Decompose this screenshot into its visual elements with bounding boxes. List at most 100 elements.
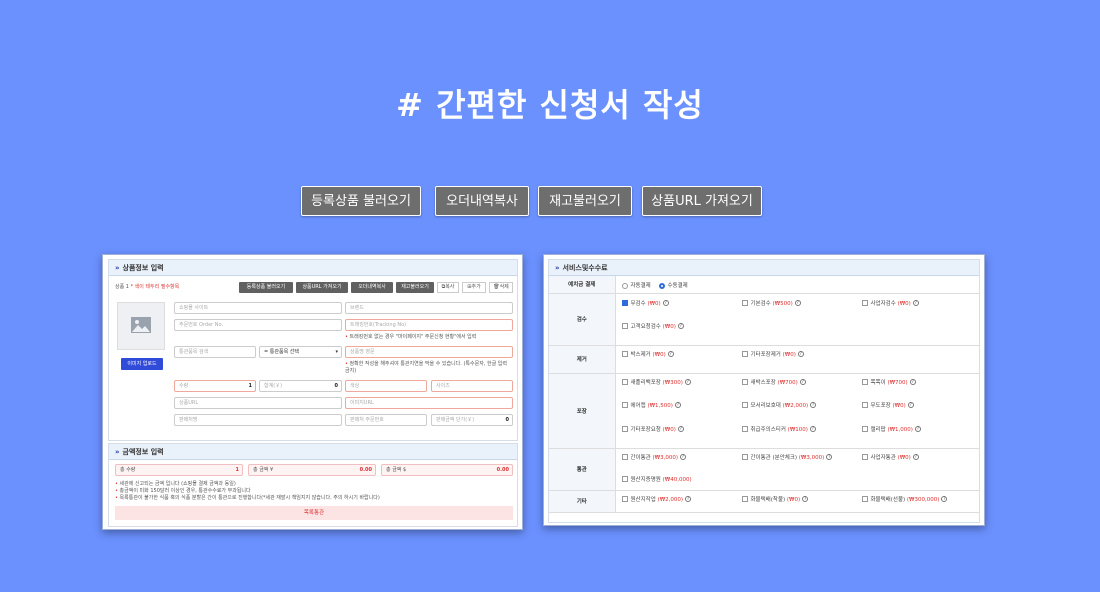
checkbox-icon (621, 323, 628, 329)
help-icon[interactable]: ? (667, 351, 674, 357)
total-amount-usd-field: 총 금액 $0.00 (381, 464, 513, 476)
tracking-no-input[interactable]: 트래킹번호(Tracking No) (345, 319, 513, 331)
help-icon[interactable]: ? (799, 379, 806, 385)
product-url-input[interactable]: 상품URL (174, 397, 342, 409)
customer-inspection-checkbox[interactable]: 고객요청검수 (₩0)? (621, 322, 684, 330)
customs-type-bar[interactable]: 목록통관 (115, 506, 513, 520)
help-icon[interactable]: ? (826, 454, 833, 460)
origin-work-checkbox[interactable]: 원산지작업 (₩2,000)? (621, 495, 692, 503)
tracking-note: • 트래킹번호 없는 경우 "마이페이지" 주문신청 현황"에서 입력 (345, 334, 477, 340)
manual-payment-radio[interactable]: 수동결제 (658, 281, 688, 289)
total-amount-yen-field: 총 금액 ¥0.00 (248, 464, 376, 476)
help-icon[interactable]: ? (941, 496, 948, 502)
box-removal-checkbox[interactable]: 박스제거 (₩0)? (621, 350, 674, 358)
origin-certificate-checkbox[interactable]: 원산지증명원 (₩40,000) (621, 475, 692, 483)
image-upload-button[interactable]: 이미지 업로드 (121, 358, 163, 370)
other-packaging-removal-checkbox[interactable]: 기타포장제거 (₩0)? (741, 350, 804, 358)
simple-customs-checkbox[interactable]: 간이통관 (₩3,000)? (621, 453, 686, 461)
no-inspection-checkbox[interactable]: 무검수 (₩0)? (621, 299, 669, 307)
freight-prepaid-checkbox[interactable]: 화물택배(선불) (₩300,000)? (861, 495, 948, 503)
checkbox-icon (861, 402, 868, 408)
copy-row-button[interactable]: ⧉복사 (437, 282, 459, 293)
other-packaging-request-checkbox[interactable]: 기타포장요청 (₩0)? (621, 425, 684, 433)
checkbox-icon (621, 454, 628, 460)
help-icon[interactable]: ? (914, 426, 921, 432)
total-input[interactable]: 합계(￥) 0 (259, 380, 342, 392)
tool-load-registered-button[interactable]: 등록상품 불러오기 (239, 282, 293, 293)
help-icon[interactable]: ? (802, 496, 809, 502)
seller-name-input[interactable]: 판매처명 (174, 414, 342, 426)
copy-order-history-button[interactable]: 오더내역복사 (435, 186, 529, 216)
new-poly-packaging-checkbox[interactable]: 새플리백포장 (₩300)? (621, 378, 691, 386)
load-stock-button[interactable]: 재고불러오기 (538, 186, 632, 216)
chevron-down-icon: ▾ (335, 349, 338, 355)
checkbox-icon (621, 426, 628, 432)
add-row-button[interactable]: ⊞추가 (462, 282, 486, 293)
help-icon[interactable]: ? (810, 402, 817, 408)
help-icon[interactable]: ? (809, 426, 816, 432)
help-icon[interactable]: ? (674, 402, 681, 408)
delete-row-button[interactable]: 🗑삭제 (489, 282, 513, 293)
checkbox-icon (861, 496, 868, 502)
help-icon[interactable]: ? (677, 426, 684, 432)
new-box-packaging-checkbox[interactable]: 새박스포장 (₩700)? (741, 378, 806, 386)
product-name-en-input[interactable]: 상품명 영문 (345, 346, 513, 358)
order-no-input[interactable]: 주문번호 Order No. (174, 319, 342, 331)
business-customs-checkbox[interactable]: 사업자통관 (₩0)? (861, 453, 919, 461)
no-packaging-checkbox[interactable]: 무도포장 (₩0)? (861, 401, 914, 409)
row-label: 통관 (549, 448, 616, 491)
color-input[interactable]: 색상 (345, 380, 427, 392)
product-form-panel: » 상품정보 입력 상품 1 * 색이 테두리 필수항목 등록상품 불러오기 상품… (102, 254, 523, 530)
checkbox-icon (621, 476, 628, 482)
amount-notes: • 세관에 신고되는 금액 입니다 (쇼핑몰 결제 금액과 동일) • 총금액이… (115, 481, 513, 502)
service-fee-panel: » 서비스및수수료 예치금 결제 자동결제 수동결제 검수 무검수 (₩0)? 기… (543, 254, 985, 526)
size-input[interactable]: 사이즈 (431, 380, 513, 392)
help-icon[interactable]: ? (912, 454, 919, 460)
row-label: 검수 (549, 293, 616, 346)
calipop-checkbox[interactable]: 캘리팝 (₩1,000)? (861, 425, 921, 433)
help-icon[interactable]: ? (907, 402, 914, 408)
bubble-wrap-checkbox[interactable]: 뽁뽁이 (₩700)? (861, 378, 916, 386)
help-icon[interactable]: ? (685, 496, 692, 502)
seller-order-no-input[interactable]: 판매처 주문번호 (345, 414, 427, 426)
brand-input[interactable]: 브랜드 (345, 302, 513, 314)
checkbox-icon (741, 300, 748, 306)
corner-guard-checkbox[interactable]: 모서리보호대 (₩2,000)? (741, 401, 817, 409)
double-chevron-icon: » (115, 264, 120, 272)
fragile-sticker-checkbox[interactable]: 취급주의스티커 (₩100)? (741, 425, 816, 433)
freight-cod-checkbox[interactable]: 화물택배(착불) (₩0)? (741, 495, 809, 503)
business-inspection-checkbox[interactable]: 사업자검수 (₩0)? (861, 299, 919, 307)
help-icon[interactable]: ? (912, 300, 919, 306)
tool-copy-order-button[interactable]: 오더내역복사 (351, 282, 393, 293)
tool-load-stock-button[interactable]: 재고불러오기 (396, 282, 434, 293)
help-icon[interactable]: ? (662, 300, 669, 306)
service-row-removal: 제거 박스제거 (₩0)? 기타포장제거 (₩0)? (549, 345, 979, 374)
unit-price-input[interactable]: 판매금액 단가(￥) 0 (431, 414, 513, 426)
row-label: 포장 (549, 373, 616, 449)
help-icon[interactable]: ? (684, 379, 691, 385)
simple-customs-checked-checkbox[interactable]: 간이통관 (분안체크) (₩3,000)? (741, 453, 833, 461)
amount-note: • 목록통관이 불가한 식품 혹의 식품 분할은 간이 통관으로 진행합니다(*… (115, 495, 380, 501)
load-registered-products-button[interactable]: 등록상품 불러오기 (301, 186, 421, 216)
tool-import-url-button[interactable]: 상품URL 가져오기 (296, 282, 348, 293)
help-icon[interactable]: ? (679, 454, 686, 460)
help-icon[interactable]: ? (677, 323, 684, 329)
customs-search-input[interactable]: 통관품목 검색 (174, 346, 256, 358)
auto-payment-radio[interactable]: 자동결제 (621, 281, 651, 289)
import-product-url-button[interactable]: 상품URL 가져오기 (642, 186, 762, 216)
help-icon[interactable]: ? (797, 351, 804, 357)
air-cap-checkbox[interactable]: 에어캡 (₩1,500)? (621, 401, 681, 409)
shopping-site-input[interactable]: 쇼핑몰 사이트 (174, 302, 342, 314)
help-icon[interactable]: ? (909, 379, 916, 385)
amount-note: • 세관에 신고되는 금액 입니다 (쇼핑몰 결제 금액과 동일) (115, 481, 236, 487)
customs-select[interactable]: = 통관품목 선택 ▾ (259, 346, 342, 358)
help-icon[interactable]: ? (794, 300, 801, 306)
product-info-section: » 상품정보 입력 상품 1 * 색이 테두리 필수항목 등록상품 불러오기 상품… (108, 259, 518, 441)
total-quantity-field: 총 수량 1 (115, 464, 243, 476)
product-number: 상품 1 * 색이 테두리 필수항목 (115, 284, 180, 290)
service-row-packaging: 포장 새플리백포장 (₩300)? 새박스포장 (₩700)? 뽁뽁이 (₩70… (549, 373, 979, 449)
basic-inspection-checkbox[interactable]: 기본검수 (₩500)? (741, 299, 801, 307)
quantity-input[interactable]: 수량 1 (174, 380, 256, 392)
checkbox-icon (741, 426, 748, 432)
image-url-input[interactable]: 이미지URL (345, 397, 513, 409)
